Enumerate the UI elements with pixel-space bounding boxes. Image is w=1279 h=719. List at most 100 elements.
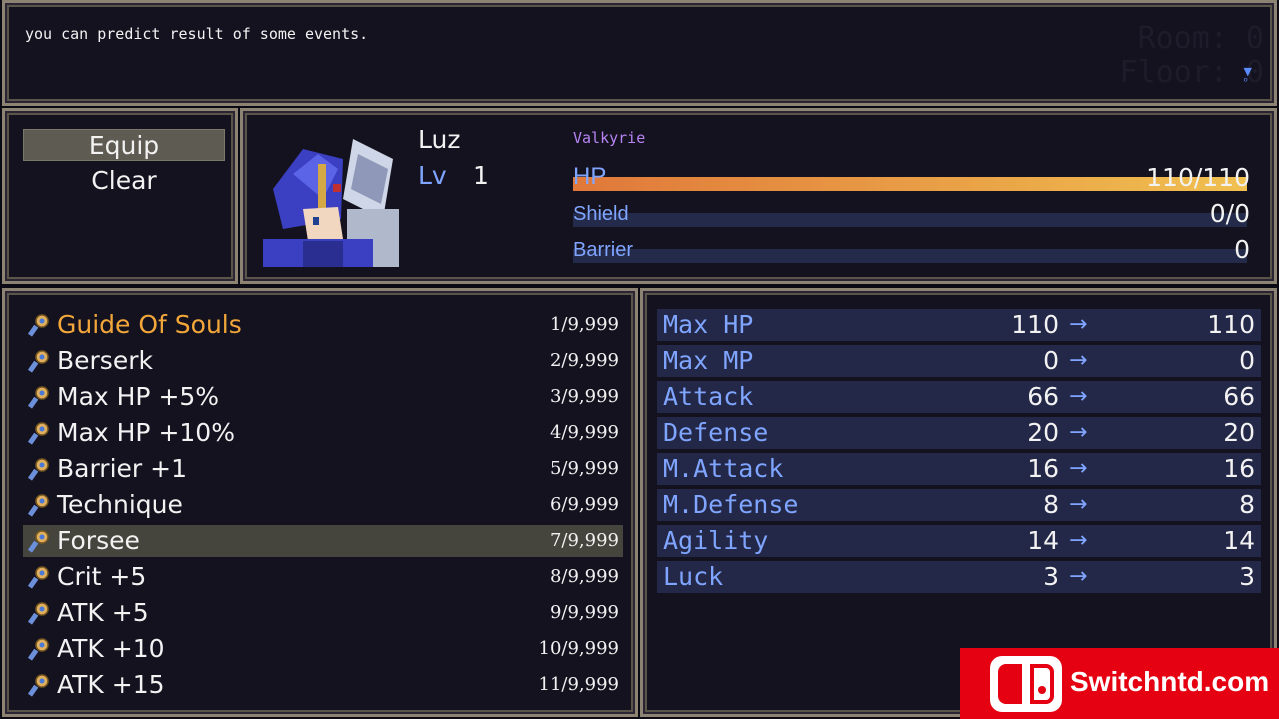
stat-new-value: 3: [1239, 562, 1255, 591]
item-count: 1/9,999: [549, 314, 619, 335]
item-count: 2/9,999: [549, 350, 619, 371]
stat-name: M.Attack: [663, 454, 784, 483]
item-name: Crit +5: [57, 562, 147, 591]
skill-item-icon: [27, 530, 49, 553]
stat-name: M.Defense: [663, 490, 799, 519]
item-row[interactable]: Crit +5 8/9,999: [23, 561, 623, 593]
item-name: ATK +10: [57, 634, 165, 663]
actor-class: Valkyrie: [573, 129, 646, 147]
command-window: Equip Clear: [2, 108, 238, 284]
skill-item-icon: [27, 386, 49, 409]
skill-item-icon: [27, 494, 49, 517]
status-window: Luz Lv 1 Valkyrie HP 110/110 Shield 0/0 …: [240, 108, 1277, 284]
barrier-label: Barrier: [573, 239, 634, 261]
stat-row: Defense 20 → 20: [657, 417, 1261, 449]
arrow-right-icon: →: [1069, 456, 1088, 481]
item-row[interactable]: Technique 6/9,999: [23, 489, 623, 521]
stat-new-value: 0: [1239, 346, 1255, 375]
item-row[interactable]: Forsee 7/9,999: [23, 525, 623, 557]
stat-name: Max MP: [663, 346, 754, 375]
item-name: Technique: [57, 490, 183, 519]
item-count: 8/9,999: [549, 566, 619, 587]
skill-item-icon: [27, 422, 49, 445]
item-row[interactable]: Max HP +10% 4/9,999: [23, 417, 623, 449]
skill-item-icon: [27, 314, 49, 337]
item-name: Guide Of Souls: [57, 310, 242, 339]
stat-new-value: 20: [1223, 418, 1255, 447]
equip-command[interactable]: Equip: [23, 129, 225, 161]
barrier-value: 0: [1234, 235, 1250, 264]
skill-item-icon: [27, 350, 49, 373]
item-name: ATK +15: [57, 670, 165, 699]
skill-item-icon: [27, 458, 49, 481]
item-name: Max HP +5%: [57, 382, 220, 411]
stat-row: M.Attack 16 → 16: [657, 453, 1261, 485]
item-name: Barrier +1: [57, 454, 187, 483]
item-row[interactable]: Guide Of Souls 1/9,999: [23, 309, 623, 341]
item-row[interactable]: Barrier +1 5/9,999: [23, 453, 623, 485]
help-window: you can predict result of some events. R…: [2, 0, 1277, 106]
arrow-right-icon: →: [1069, 492, 1088, 517]
item-row[interactable]: ATK +5 9/9,999: [23, 597, 623, 629]
level-label: Lv: [418, 161, 447, 190]
skill-item-icon: [27, 566, 49, 589]
stat-row: Max MP 0 → 0: [657, 345, 1261, 377]
valkyrie-portrait: [263, 129, 399, 267]
stat-new-value: 16: [1223, 454, 1255, 483]
barrier-gauge: [573, 249, 1247, 263]
level-value: 1: [473, 161, 489, 190]
arrow-right-icon: →: [1069, 420, 1088, 445]
stat-new-value: 110: [1207, 310, 1255, 339]
item-count: 5/9,999: [549, 458, 619, 479]
stat-current-value: 0: [1043, 346, 1059, 375]
help-text: you can predict result of some events.: [25, 25, 369, 43]
clear-command[interactable]: Clear: [23, 165, 225, 197]
item-count: 7/9,999: [549, 530, 619, 551]
actor-name: Luz: [418, 125, 461, 154]
item-count: 4/9,999: [549, 422, 619, 443]
shield-gauge: [573, 213, 1247, 227]
item-name: Max HP +10%: [57, 418, 235, 447]
stat-name: Defense: [663, 418, 769, 447]
item-count: 6/9,999: [549, 494, 619, 515]
stat-current-value: 110: [1011, 310, 1059, 339]
arrow-right-icon: →: [1069, 528, 1088, 553]
arrow-right-icon: →: [1069, 312, 1088, 337]
item-count: 11/9,999: [538, 674, 620, 695]
hp-label: HP: [573, 163, 607, 190]
item-row[interactable]: ATK +15 11/9,999: [23, 669, 623, 701]
floor-label: Floor: 0: [1119, 55, 1265, 90]
item-count: 10/9,999: [538, 638, 620, 659]
skill-item-icon: [27, 602, 49, 625]
stat-new-value: 66: [1223, 382, 1255, 411]
stat-name: Attack: [663, 382, 754, 411]
stat-row: Luck 3 → 3: [657, 561, 1261, 593]
stat-row: Attack 66 → 66: [657, 381, 1261, 413]
item-row[interactable]: Max HP +5% 3/9,999: [23, 381, 623, 413]
item-list-window: Guide Of Souls 1/9,999 Berserk 2/9,999 Max H…: [2, 288, 638, 717]
stat-current-value: 16: [1027, 454, 1059, 483]
stat-name: Max HP: [663, 310, 754, 339]
arrow-right-icon: →: [1069, 384, 1088, 409]
hp-value: 110/110: [1146, 163, 1250, 192]
scroll-down-icon[interactable]: ▼ ᵒ: [1244, 66, 1252, 87]
item-name: Berserk: [57, 346, 153, 375]
arrow-right-icon: →: [1069, 564, 1088, 589]
skill-item-icon: [27, 674, 49, 697]
item-count: 9/9,999: [549, 602, 619, 623]
switch-logo-icon: [990, 656, 1062, 712]
stat-current-value: 20: [1027, 418, 1059, 447]
stat-current-value: 14: [1027, 526, 1059, 555]
watermark-banner: Switchntd.com: [960, 648, 1279, 719]
shield-label: Shield: [573, 203, 629, 225]
item-count: 3/9,999: [549, 386, 619, 407]
stat-row: Max HP 110 → 110: [657, 309, 1261, 341]
room-label: Room: 0: [1137, 21, 1264, 56]
watermark-text: Switchntd.com: [1070, 666, 1270, 697]
item-row[interactable]: ATK +10 10/9,999: [23, 633, 623, 665]
stat-new-value: 14: [1223, 526, 1255, 555]
arrow-right-icon: →: [1069, 348, 1088, 373]
shield-value: 0/0: [1209, 199, 1250, 228]
item-row[interactable]: Berserk 2/9,999: [23, 345, 623, 377]
stat-row: Agility 14 → 14: [657, 525, 1261, 557]
